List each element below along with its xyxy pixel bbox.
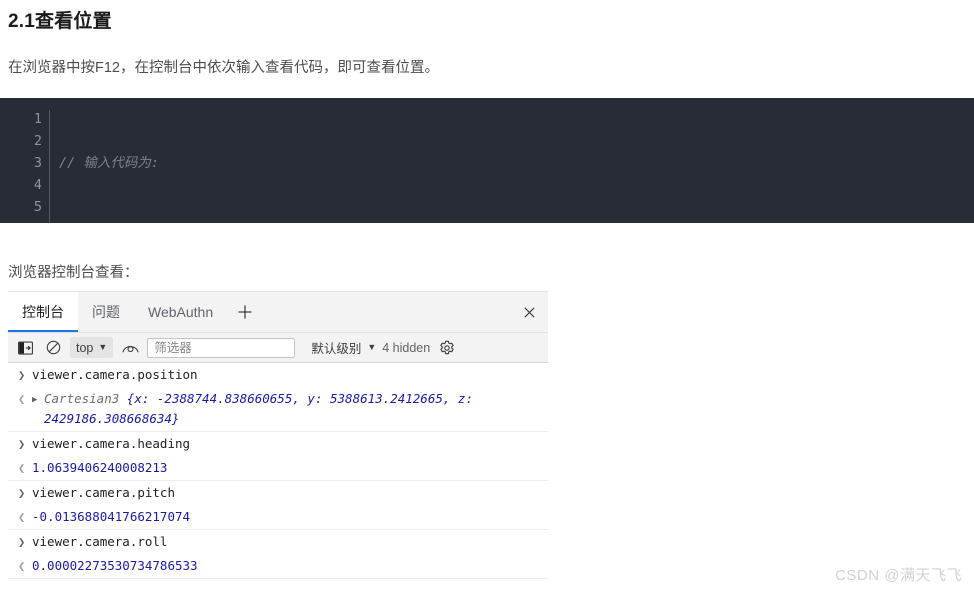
output-marker-icon: ❮ [18, 510, 26, 524]
console-result-value: 1.0639406240008213 [32, 460, 168, 475]
console-row-command[interactable]: ❯ viewer.camera.heading [8, 432, 548, 456]
chevron-down-icon: ▼ [98, 342, 108, 352]
tab-webauthn[interactable]: WebAuthn [134, 292, 227, 332]
code-block: 1 2 3 4 5 // 输入代码为: viewer.camera.positi… [0, 98, 974, 223]
console-object-preview: Cartesian3 {x: -2388744.838660655, y: 53… [44, 389, 544, 429]
code-line: viewer.camera.position [59, 218, 238, 223]
tab-label: 问题 [92, 304, 120, 320]
object-class-name: Cartesian3 [44, 391, 120, 406]
tab-label: WebAuthn [148, 304, 214, 320]
input-marker-icon: ❯ [18, 368, 26, 382]
close-devtools-button[interactable] [510, 292, 548, 332]
settings-button[interactable] [436, 337, 458, 359]
line-number: 4 [33, 177, 42, 193]
devtools-panel: 控制台 问题 WebAuthn top ▼ 筛选器 默认级别 ▼ 4 hidde… [8, 291, 548, 596]
output-marker-icon: ❮ [18, 392, 26, 406]
after-code-paragraph: 浏览器控制台查看： [8, 264, 139, 281]
code-content: // 输入代码为: viewer.camera.position viewer.… [50, 108, 238, 223]
console-row-value-result[interactable]: ❮ -0.013688041766217074 [8, 505, 548, 530]
sidebar-toggle-button[interactable] [14, 337, 36, 359]
hidden-messages-count: 4 hidden [382, 340, 431, 355]
page-title: 2.1查看位置 [8, 11, 112, 32]
sidebar-toggle-icon [17, 340, 33, 355]
console-result-value: 0.00002273530734786533 [32, 558, 198, 573]
console-row-value-result[interactable]: ❮ 1.0639406240008213 [8, 456, 548, 481]
close-icon [523, 306, 535, 318]
tab-label: 控制台 [22, 304, 64, 320]
line-number: 3 [33, 155, 42, 171]
watermark: CSDN @满天飞飞 [835, 567, 962, 584]
execution-context-selector[interactable]: top ▼ [70, 337, 114, 358]
input-marker-icon: ❯ [18, 437, 26, 451]
filter-input[interactable] [147, 337, 296, 358]
line-number: 1 [33, 111, 42, 127]
clear-console-icon [46, 340, 60, 355]
plus-icon [238, 305, 252, 319]
execution-context-value: top [76, 340, 94, 355]
input-marker-icon: ❯ [18, 535, 26, 549]
chevron-down-icon: ▼ [367, 342, 377, 352]
tab-console[interactable]: 控制台 [8, 292, 78, 332]
console-output[interactable]: ❯ viewer.camera.position ❮ ▶ Cartesian3 … [8, 363, 548, 596]
log-level-label: 默认级别 [311, 342, 362, 356]
console-toolbar: top ▼ 默认级别 ▼ 4 hidden [8, 333, 548, 363]
clear-console-button[interactable] [42, 337, 64, 359]
live-expression-button[interactable] [119, 337, 141, 359]
tab-issues[interactable]: 问题 [78, 292, 134, 332]
console-command-text: viewer.camera.heading [32, 436, 191, 451]
console-row-value-result[interactable]: ❮ 0.00002273530734786533 [8, 554, 548, 579]
output-marker-icon: ❮ [18, 461, 26, 475]
line-number: 2 [33, 133, 42, 149]
output-marker-icon: ❮ [18, 559, 26, 573]
code-line-numbers: 1 2 3 4 5 [0, 108, 42, 223]
code-comment-line: // 输入代码为: [59, 155, 160, 171]
eye-icon [122, 345, 139, 353]
console-result-value: -0.013688041766217074 [32, 509, 191, 524]
devtools-tabbar: 控制台 问题 WebAuthn [8, 292, 548, 333]
console-command-text: viewer.camera.roll [32, 534, 168, 549]
article-body: 2.1查看位置 在浏览器中按F12，在控制台中依次输入查看代码，即可查看位置。 [0, 8, 974, 78]
console-command-text: viewer.camera.pitch [32, 485, 175, 500]
line-number: 5 [33, 199, 42, 215]
add-tab-button[interactable] [227, 292, 263, 332]
expand-triangle-icon[interactable]: ▶ [32, 389, 44, 411]
input-marker-icon: ❯ [18, 486, 26, 500]
intro-paragraph: 在浏览器中按F12，在控制台中依次输入查看代码，即可查看位置。 [8, 60, 439, 76]
gear-icon [440, 340, 454, 354]
console-row-command[interactable]: ❯ viewer.camera.pitch [8, 481, 548, 505]
console-command-text: viewer.camera.position [32, 367, 198, 382]
console-row-command[interactable]: ❯ viewer.camera.position [8, 363, 548, 387]
console-row-command[interactable]: ❯ viewer.camera.roll [8, 530, 548, 554]
log-level-selector[interactable]: 默认级别 ▼ [311, 338, 376, 357]
console-row-object-result[interactable]: ❮ ▶ Cartesian3 {x: -2388744.838660655, y… [8, 387, 548, 432]
tabbar-spacer [263, 292, 510, 332]
